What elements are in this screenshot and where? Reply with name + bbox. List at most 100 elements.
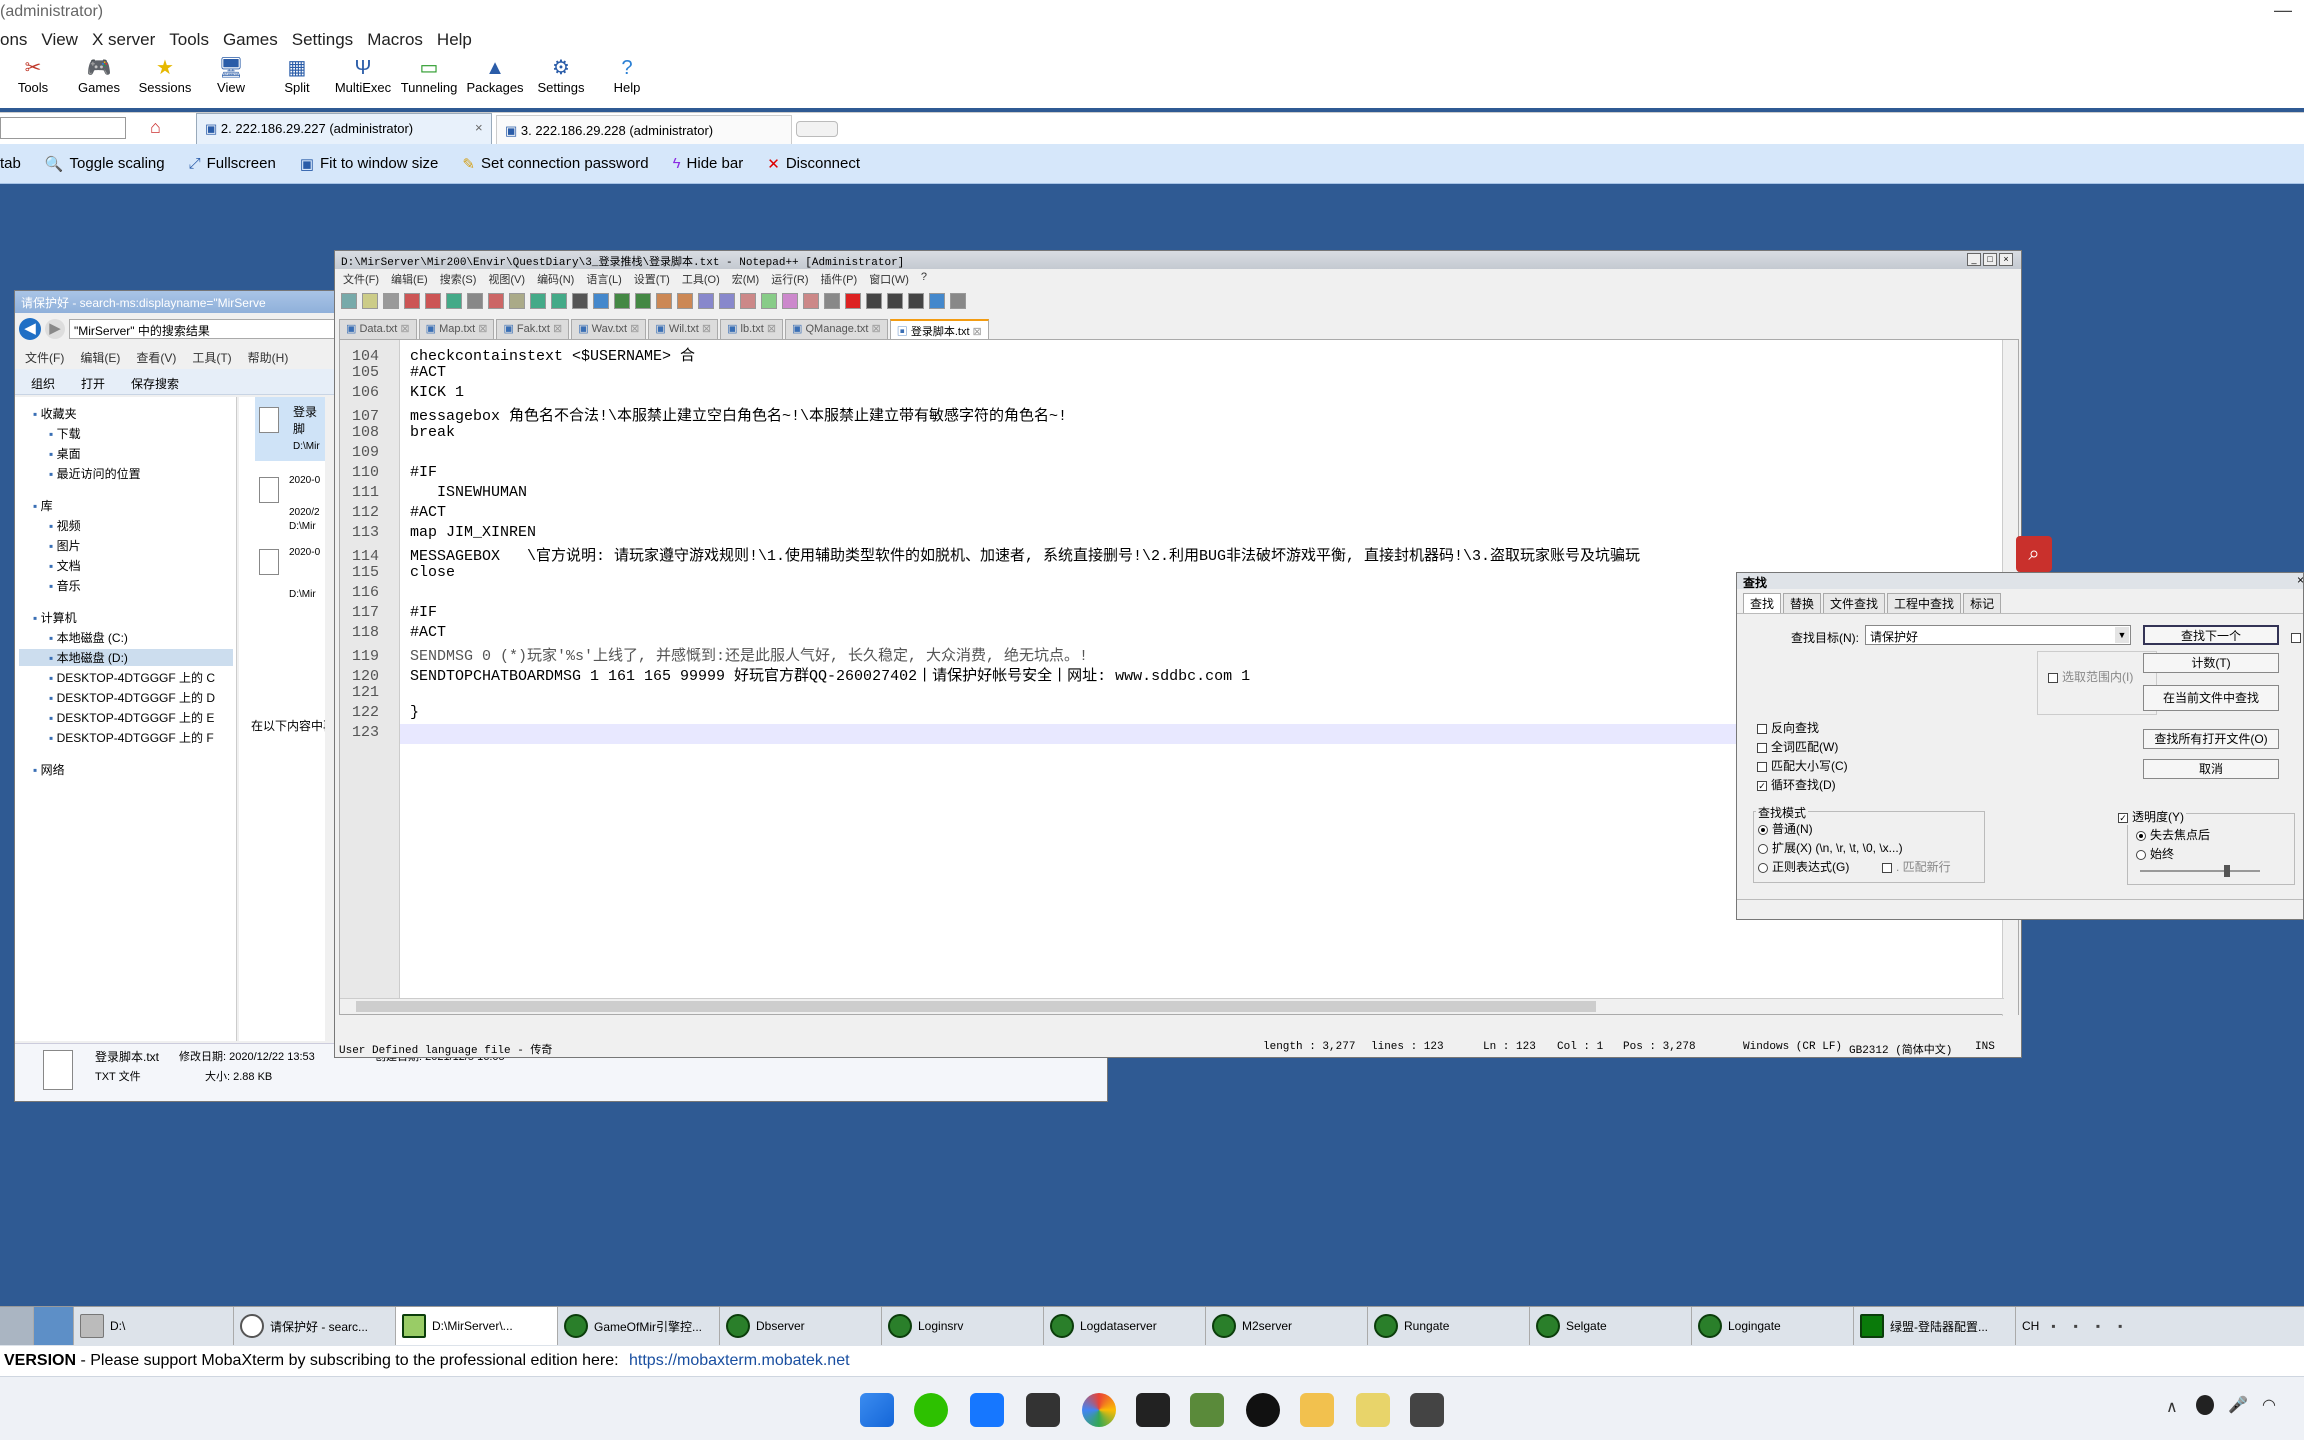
close-icon[interactable]: ⊠ <box>475 323 487 335</box>
session-tab-1[interactable]: ▣ 2. 222.186.29.227 (administrator) × <box>196 113 492 145</box>
npp-menu-item[interactable]: 插件(P) <box>821 271 858 287</box>
in-selection-checkbox[interactable] <box>2048 672 2058 683</box>
fit-window-button[interactable]: ▣ Fit to window size <box>300 155 439 173</box>
npp-tool-icon[interactable] <box>824 293 840 309</box>
tree-item[interactable]: ▪ 视频 <box>49 517 81 534</box>
tree-item[interactable]: ▪ 计算机 <box>33 609 77 626</box>
npp-tool-icon[interactable] <box>341 293 357 309</box>
npp-tool-icon[interactable] <box>383 293 399 309</box>
menu-macros[interactable]: Macros <box>361 26 431 52</box>
explorer-menu-tools[interactable]: 工具(T) <box>192 349 231 366</box>
microphone-icon[interactable]: 🎤 <box>2228 1395 2248 1415</box>
menu-xserver[interactable]: X server <box>86 26 163 52</box>
close-icon[interactable]: × <box>2297 573 2304 587</box>
taskbar-item[interactable]: Loginsrv <box>882 1307 1044 1345</box>
search-icon[interactable]: ⌕ <box>2016 536 2052 572</box>
tree-item[interactable]: ▪ DESKTOP-4DTGGGF 上的 D <box>49 689 215 706</box>
home-icon[interactable]: ⌂ <box>150 117 161 138</box>
shield-icon[interactable]: ▪ <box>2074 1319 2078 1333</box>
save-search-button[interactable]: 保存搜索 <box>131 375 179 391</box>
npp-tool-icon[interactable] <box>362 293 378 309</box>
forward-icon[interactable]: ▶ <box>45 319 65 339</box>
taskbar-item[interactable]: Logingate <box>1692 1307 1854 1345</box>
taskbar-item[interactable]: D:\ <box>74 1307 234 1345</box>
find-option[interactable]: 全词匹配(W) <box>1757 738 1848 757</box>
close-icon[interactable]: × <box>1999 253 2013 266</box>
taskbar-item[interactable]: GameOfMir引擎控... <box>558 1307 720 1345</box>
find-option[interactable]: 反向查找 <box>1757 719 1848 738</box>
support-link[interactable]: https://mobaxterm.mobatek.net <box>629 1352 850 1369</box>
npp-tool-icon[interactable] <box>908 293 924 309</box>
search-mode-option[interactable]: 正则表达式(G) <box>1758 858 1903 877</box>
npp-tool-icon[interactable] <box>929 293 945 309</box>
tree-item[interactable]: ▪ 最近访问的位置 <box>49 465 141 482</box>
npp-menu-item[interactable]: 设置(T) <box>634 271 670 287</box>
find-tab[interactable]: 工程中查找 <box>1887 593 1962 613</box>
tree-item[interactable]: ▪ 本地磁盘 (C:) <box>49 629 128 646</box>
slider-thumb[interactable] <box>2224 865 2230 877</box>
close-icon[interactable]: ⊠ <box>764 323 776 335</box>
npp-tool-icon[interactable] <box>446 293 462 309</box>
npp-tool-icon[interactable] <box>530 293 546 309</box>
explorer-menu-file[interactable]: 文件(F) <box>25 349 64 366</box>
horizontal-scrollbar[interactable] <box>340 998 2004 1014</box>
npp-menu-item[interactable]: 宏(M) <box>732 271 760 287</box>
npp-menu-item[interactable]: 编码(N) <box>537 271 574 287</box>
screenshot-icon[interactable] <box>1026 1393 1060 1427</box>
npp-tool-icon[interactable] <box>761 293 777 309</box>
transparency-radio[interactable] <box>2136 830 2146 841</box>
toolbar-sessions-button[interactable]: ★ Sessions <box>132 52 198 108</box>
terminal-icon[interactable] <box>34 1307 74 1345</box>
explorer-menu-help[interactable]: 帮助(H) <box>248 349 289 366</box>
find-option[interactable]: ✓ 循环查找(D) <box>1757 776 1848 795</box>
detach-tab-button[interactable]: tab <box>0 155 21 172</box>
tree-item[interactable]: ▪ 桌面 <box>49 445 81 462</box>
find-button[interactable]: 查找所有打开文件(O) <box>2143 729 2279 749</box>
toolbar-help-button[interactable]: ? Help <box>594 52 660 108</box>
extra-checkbox[interactable] <box>2291 629 2304 646</box>
minimize-icon[interactable]: — <box>2274 0 2292 21</box>
maximize-icon[interactable]: □ <box>1983 253 1997 266</box>
taskbar-item[interactable]: D:\MirServer\... <box>396 1307 558 1345</box>
close-icon[interactable]: ⊠ <box>868 323 881 335</box>
close-icon[interactable]: ⊠ <box>970 326 982 338</box>
npp-tool-icon[interactable] <box>635 293 651 309</box>
option-checkbox[interactable] <box>1757 723 1767 734</box>
explorer-menu-view[interactable]: 查看(V) <box>136 349 176 366</box>
npp-menu-item[interactable]: 语言(L) <box>586 271 621 287</box>
dot-newline-checkbox[interactable] <box>1882 862 1892 873</box>
npp-tool-icon[interactable] <box>845 293 861 309</box>
toolbar-packages-button[interactable]: ▲ Packages <box>462 52 528 108</box>
npp-menu-item[interactable]: ? <box>921 271 927 287</box>
tree-item[interactable]: ▪ 库 <box>33 497 53 514</box>
npp-menu-item[interactable]: 文件(F) <box>343 271 379 287</box>
qq-tray-icon[interactable] <box>2196 1395 2214 1415</box>
npp-menu-item[interactable]: 运行(R) <box>771 271 808 287</box>
transparency-slider[interactable] <box>2140 865 2260 877</box>
chrome-icon[interactable] <box>1082 1393 1116 1427</box>
npp-tool-icon[interactable] <box>614 293 630 309</box>
speaker-icon[interactable]: ▪ <box>2096 1319 2100 1333</box>
npp-tool-icon[interactable] <box>803 293 819 309</box>
search-mode-option[interactable]: 扩展(X) (\n, \r, \t, \0, \x...) <box>1758 839 1903 858</box>
tree-item[interactable]: ▪ 图片 <box>49 537 81 554</box>
npp-tool-icon[interactable] <box>887 293 903 309</box>
windows-start-icon[interactable] <box>860 1393 894 1427</box>
transparency-option[interactable]: 始终 <box>2136 845 2210 864</box>
npp-tool-icon[interactable] <box>719 293 735 309</box>
transparency-radio[interactable] <box>2136 849 2146 860</box>
npp-tool-icon[interactable] <box>425 293 441 309</box>
npp-menu-item[interactable]: 编辑(E) <box>391 271 428 287</box>
option-checkbox[interactable]: ✓ <box>1757 780 1767 791</box>
transparency-checkbox[interactable]: ✓ <box>2118 812 2128 823</box>
tree-item[interactable]: ▪ DESKTOP-4DTGGGF 上的 C <box>49 669 215 686</box>
tray-up-icon[interactable]: ∧ <box>2166 1397 2178 1417</box>
tree-item[interactable]: ▪ 本地磁盘 (D:) <box>19 649 233 666</box>
taskbar-item[interactable]: 请保护好 - searc... <box>234 1307 396 1345</box>
npp-menu-item[interactable]: 搜索(S) <box>440 271 477 287</box>
organize-button[interactable]: 组织 <box>31 375 55 391</box>
tree-item[interactable]: ▪ 收藏夹 <box>33 405 77 422</box>
back-icon[interactable]: ◀ <box>19 318 41 340</box>
menu-help[interactable]: Help <box>431 26 480 52</box>
settings-icon[interactable]: ▪ <box>2051 1319 2055 1333</box>
